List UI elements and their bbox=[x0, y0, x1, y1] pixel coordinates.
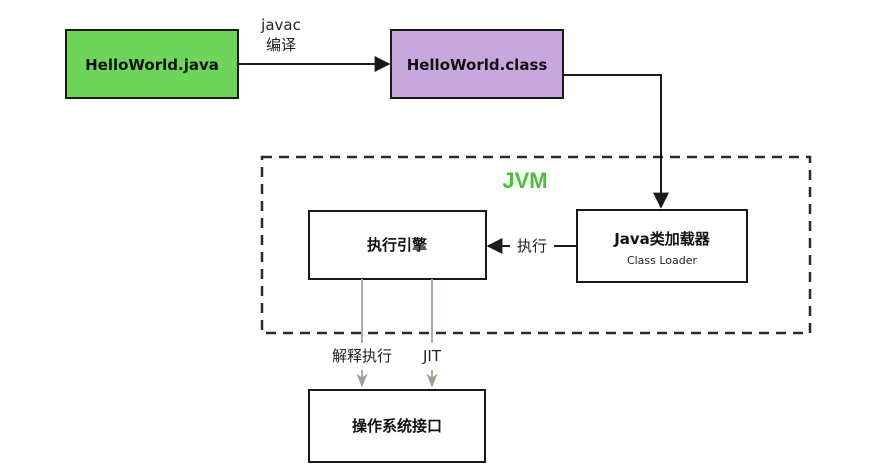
execute-label: 执行 bbox=[517, 237, 547, 255]
class-loader-node: Java类加载器 Class Loader bbox=[576, 209, 748, 283]
hello-class-label: HelloWorld.class bbox=[407, 56, 548, 74]
class-loader-label: Java类加载器 bbox=[613, 230, 711, 248]
jvm-label: JVM bbox=[502, 168, 547, 193]
interpret-label: 解释执行 bbox=[332, 347, 392, 365]
os-interface-label: 操作系统接口 bbox=[352, 417, 442, 435]
class-loader-sublabel: Class Loader bbox=[627, 254, 698, 267]
jvm-execution-diagram: JVM HelloWorld.java HelloWorld.class jav… bbox=[65, 16, 812, 463]
hello-class-node: HelloWorld.class bbox=[390, 29, 564, 99]
compile-label-cn: 编译 bbox=[266, 36, 296, 54]
os-interface-node: 操作系统接口 bbox=[308, 389, 486, 463]
jit-label: JIT bbox=[422, 347, 442, 365]
hello-java-node: HelloWorld.java bbox=[65, 29, 239, 99]
load-arrow bbox=[563, 74, 669, 209]
exec-engine-label: 执行引擎 bbox=[367, 236, 427, 254]
compile-label-javac: javac bbox=[260, 16, 301, 34]
hello-java-label: HelloWorld.java bbox=[85, 56, 219, 74]
exec-engine-node: 执行引擎 bbox=[308, 210, 487, 280]
